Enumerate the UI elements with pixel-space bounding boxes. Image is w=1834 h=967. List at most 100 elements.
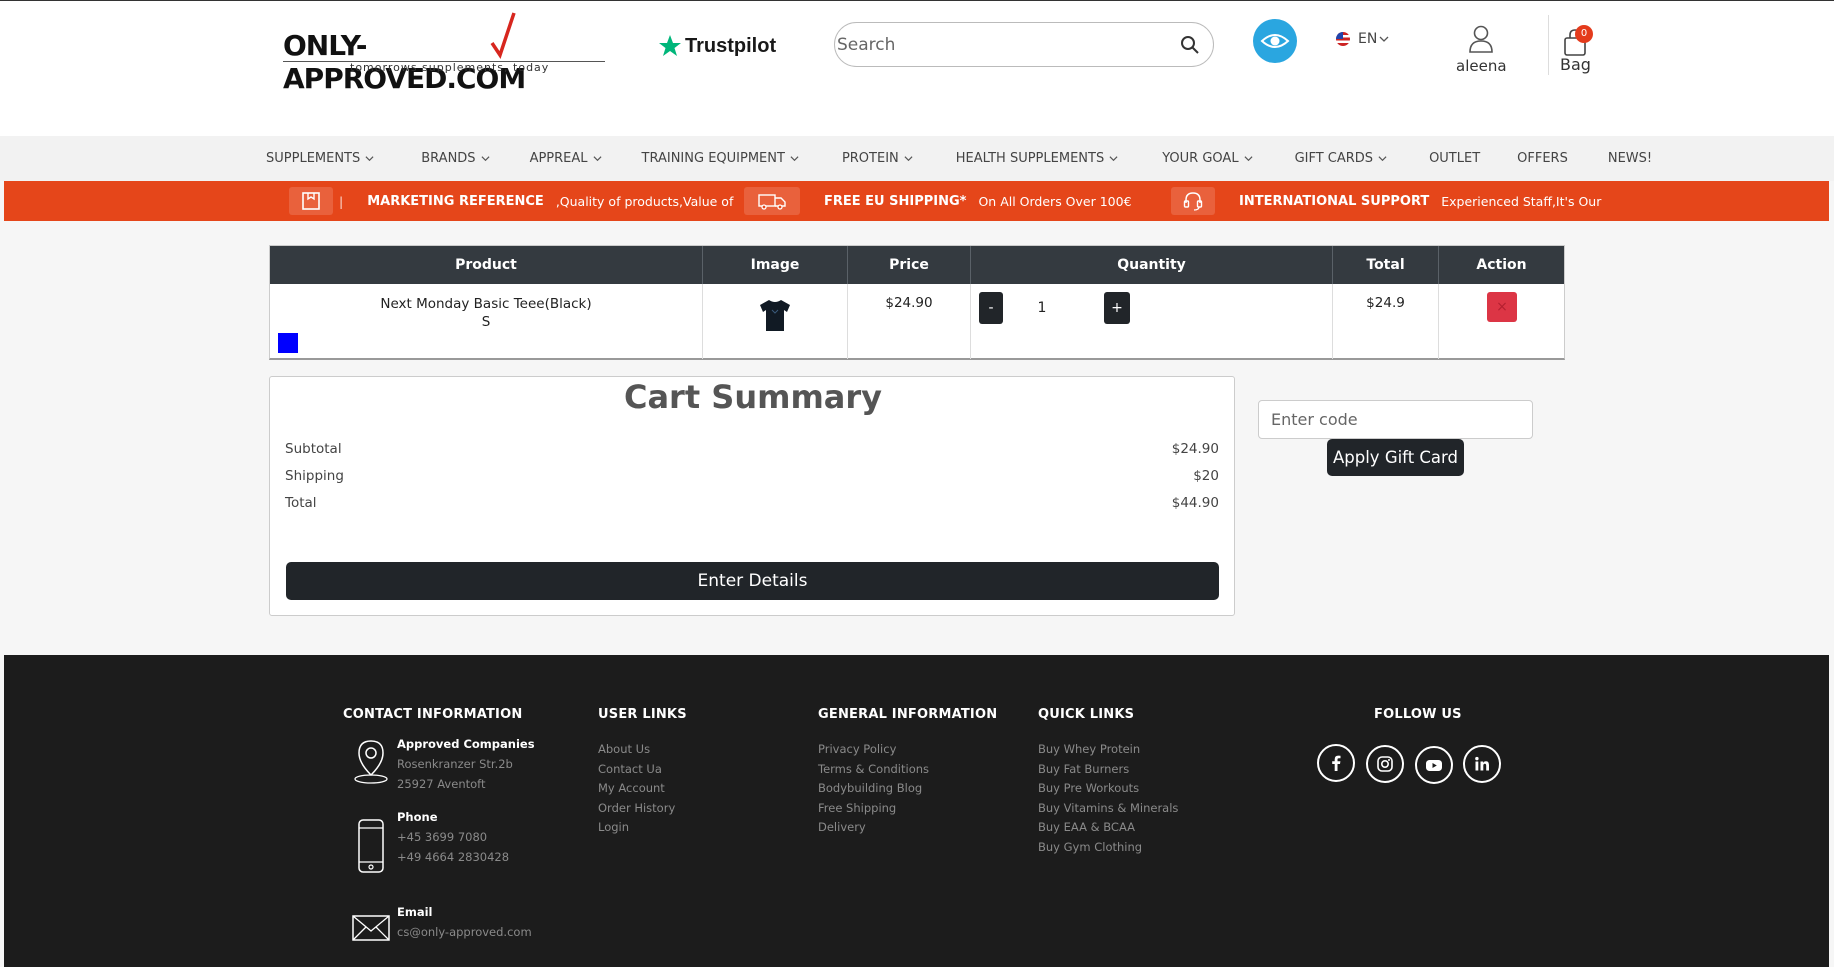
total-label: Total [285,495,317,511]
nav-item-outlet[interactable]: OUTLET [1429,151,1480,166]
nav-item-label: APPREAL [529,151,588,166]
column-header-action: Action [1476,257,1527,273]
accessibility-button[interactable] [1253,19,1297,63]
footer-link-delivery[interactable]: Delivery [818,818,997,838]
email-label: Email [397,905,433,919]
footer-heading: GENERAL INFORMATION [818,707,998,722]
headset-icon [1171,187,1215,215]
product-name[interactable]: Next Monday Basic Teee(Black) [270,295,702,313]
promo-title: MARKETING REFERENCE [367,193,544,209]
footer-link-blog[interactable]: Bodybuilding Blog [818,779,997,799]
footer-link-free-shipping[interactable]: Free Shipping [818,799,997,819]
nav-item-gift-cards[interactable]: GIFT CARDS [1295,151,1388,166]
phone-icon [358,819,384,873]
footer-link-eaa-bcaa[interactable]: Buy EAA & BCAA [1038,818,1178,838]
promo-text: ,Quality of products,Value of [555,193,734,209]
envelope-icon [352,915,390,941]
instagram-icon[interactable] [1366,745,1404,783]
promo-item-support: INTERNATIONAL SUPPORT Experienced Staff,… [1171,181,1601,221]
nav-item-supplements[interactable]: SUPPLEMENTS [266,151,374,166]
total-cell: $24.9 [1333,284,1439,359]
star-icon [659,35,681,56]
footer-link-vitamins[interactable]: Buy Vitamins & Minerals [1038,799,1178,819]
apply-gift-card-button[interactable]: Apply Gift Card [1327,439,1464,476]
cart-summary: Cart Summary Subtotal $24.90 Shipping $2… [269,376,1235,616]
nav-item-appreal[interactable]: APPREAL [530,151,602,166]
footer-link-fat-burners[interactable]: Buy Fat Burners [1038,760,1178,780]
site-header: ONLY-APPROVED.COM tomorrows supplements,… [0,0,1834,136]
cart-table-header: Product Image Price Quantity Total Actio… [270,246,1564,284]
location-pin-icon [354,740,388,784]
nav-item-label: NEWS! [1607,151,1653,166]
footer-follow-us: FOLLOW US [1374,707,1462,740]
price-cell: $24.90 [848,284,971,359]
nav-item-offers[interactable]: OFFERS [1517,151,1568,166]
product-cell: Next Monday Basic Teee(Black) S [270,284,703,359]
footer-link-gym-clothing[interactable]: Buy Gym Clothing [1038,838,1178,858]
truck-icon [744,187,800,215]
user-account[interactable]: aleena [1456,25,1507,75]
bag-count-badge: 0 [1575,25,1593,43]
language-selector[interactable]: EN [1336,31,1389,47]
us-flag-icon [1336,32,1350,46]
nav-item-label: HEALTH SUPPLEMENTS [955,151,1105,166]
chevron-down-icon [1378,156,1387,162]
footer-link-contact-us[interactable]: Contact Ua [598,760,687,780]
phone-number-1[interactable]: +45 3699 7080 [397,828,509,848]
site-logo[interactable]: ONLY-APPROVED.COM tomorrows supplements,… [283,12,608,95]
action-cell: × [1439,284,1564,359]
nav-item-health-supplements[interactable]: HEALTH SUPPLEMENTS [956,151,1118,166]
increase-quantity-button[interactable]: + [1104,292,1130,324]
column-header-product: Product [270,246,703,284]
decrease-quantity-button[interactable]: - [979,292,1003,324]
column-header-quantity: Quantity [971,246,1333,284]
nav-item-your-goal[interactable]: YOUR GOAL [1162,151,1253,166]
footer-heading: FOLLOW US [1374,707,1462,722]
facebook-icon[interactable] [1317,744,1355,782]
quantity-value[interactable]: 1 [1031,300,1053,316]
footer-link-privacy[interactable]: Privacy Policy [818,740,997,760]
user-icon [1469,25,1493,53]
user-name: aleena [1456,57,1507,75]
tshirt-product-image[interactable] [759,298,791,332]
promo-title: FREE EU SHIPPING* [824,193,967,209]
search-box [834,22,1214,67]
subtotal-label: Subtotal [285,441,342,457]
phone-number-2[interactable]: +49 4664 2830428 [397,848,509,868]
footer-contact: CONTACT INFORMATION Approved Companies R… [343,707,563,941]
nav-item-brands[interactable]: BRANDS [421,151,490,166]
remove-item-button[interactable]: × [1487,292,1517,322]
promo-title: INTERNATIONAL SUPPORT [1239,193,1430,209]
youtube-icon[interactable] [1415,746,1453,784]
nav-item-news[interactable]: NEWS! [1608,151,1652,166]
footer-link-whey[interactable]: Buy Whey Protein [1038,740,1178,760]
gift-code-input[interactable] [1258,400,1533,439]
chevron-down-icon [1379,36,1389,42]
shipping-row: Shipping $20 [285,468,1219,484]
chevron-down-icon [593,156,602,162]
footer-link-pre-workouts[interactable]: Buy Pre Workouts [1038,779,1178,799]
enter-details-button[interactable]: Enter Details [286,562,1219,600]
nav-menu: SUPPLEMENTS BRANDS APPREAL TRAINING EQUIPME… [266,151,1652,166]
footer-link-login[interactable]: Login [598,818,687,838]
nav-item-protein[interactable]: PROTEIN [842,151,913,166]
nav-item-training-equipment[interactable]: TRAINING EQUIPMENT [642,151,799,166]
nav-item-label: BRANDS [421,151,476,166]
footer-link-my-account[interactable]: My Account [598,779,687,799]
shipping-value: $20 [1193,468,1219,484]
nav-item-label: YOUR GOAL [1162,151,1239,166]
footer-link-order-history[interactable]: Order History [598,799,687,819]
footer-link-about-us[interactable]: About Us [598,740,687,760]
email-address[interactable]: cs@only-approved.com [397,923,532,943]
logo-tagline: tomorrows supplements, today [350,61,550,74]
footer-link-terms[interactable]: Terms & Conditions [818,760,997,780]
linkedin-icon[interactable] [1463,745,1501,783]
column-header-image: Image [703,246,848,284]
search-icon[interactable] [1180,35,1200,55]
trustpilot-badge[interactable]: Trustpilot [658,34,776,58]
search-input[interactable] [837,31,1157,59]
shopping-bag[interactable]: 0 Bag [1548,15,1608,75]
footer-general-info: GENERAL INFORMATION Privacy Policy Terms… [818,707,997,838]
table-row: Next Monday Basic Teee(Black) S $24.90 -… [270,284,1564,359]
chevron-down-icon [1109,156,1118,162]
